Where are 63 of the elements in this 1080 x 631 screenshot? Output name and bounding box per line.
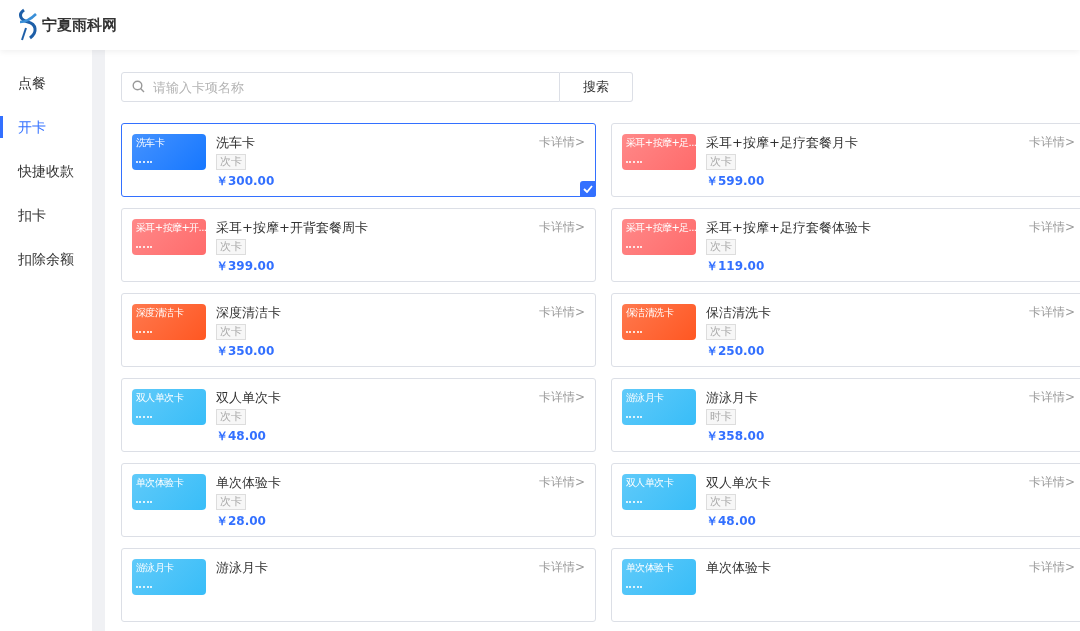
search-button[interactable]: 搜索: [560, 72, 633, 102]
card-option[interactable]: 采耳+按摩+足... 采耳+按摩+足疗套餐月卡 卡详情> 次卡 ￥599.00: [611, 123, 1080, 197]
card-type-tag: 次卡: [706, 154, 736, 170]
card-type-tag: 次卡: [216, 154, 246, 170]
sidebar-item[interactable]: 点餐: [0, 72, 92, 94]
card-price: ￥350.00: [216, 343, 275, 360]
card-option[interactable]: 单次体验卡 单次体验卡 卡详情>: [611, 548, 1080, 622]
thumbnail-label: 单次体验卡: [626, 562, 675, 574]
search-field[interactable]: 请输入卡项名称: [121, 72, 560, 102]
card-name: 深度清洁卡: [216, 304, 281, 321]
card-option[interactable]: 双人单次卡 双人单次卡 卡详情> 次卡 ￥48.00: [611, 463, 1080, 537]
card-option[interactable]: 单次体验卡 单次体验卡 卡详情> 次卡 ￥28.00: [121, 463, 596, 537]
logo-icon: [16, 8, 40, 42]
thumbnail-label: 双人单次卡: [136, 392, 185, 404]
card-name: 双人单次卡: [706, 474, 771, 491]
logo-text: 宁夏雨科网: [42, 15, 117, 35]
sidebar-item[interactable]: 开卡: [0, 116, 92, 138]
card-option[interactable]: 洗车卡 洗车卡 卡详情> 次卡 ￥300.00: [121, 123, 596, 197]
sidebar-item[interactable]: 快捷收款: [0, 160, 92, 182]
card-name: 采耳+按摩+足疗套餐体验卡: [706, 219, 871, 236]
card-price: ￥250.00: [706, 343, 765, 360]
card-type-tag: 次卡: [216, 494, 246, 510]
sidebar-item[interactable]: 扣除余额: [0, 248, 92, 270]
card-option[interactable]: 双人单次卡 双人单次卡 卡详情> 次卡 ￥48.00: [121, 378, 596, 452]
card-price: ￥28.00: [216, 513, 266, 530]
card-name: 单次体验卡: [706, 559, 771, 576]
check-icon: [580, 181, 596, 197]
thumbnail-label: 单次体验卡: [136, 477, 185, 489]
card-price: ￥358.00: [706, 428, 765, 445]
card-option[interactable]: 游泳月卡 游泳月卡 卡详情>: [121, 548, 596, 622]
card-name: 采耳+按摩+开背套餐周卡: [216, 219, 368, 236]
card-name: 采耳+按摩+足疗套餐月卡: [706, 134, 858, 151]
card-option[interactable]: 游泳月卡 游泳月卡 卡详情> 时卡 ￥358.00: [611, 378, 1080, 452]
card-name: 游泳月卡: [706, 389, 758, 406]
thumbnail-label: 保洁清洗卡: [626, 307, 675, 319]
card-price: ￥119.00: [706, 258, 765, 275]
thumbnail-label: 深度清洁卡: [136, 307, 185, 319]
card-option[interactable]: 采耳+按摩+足... 采耳+按摩+足疗套餐体验卡 卡详情> 次卡 ￥119.00: [611, 208, 1080, 282]
thumbnail-label: 洗车卡: [136, 137, 166, 149]
thumbnail-label: 游泳月卡: [626, 392, 665, 404]
card-name: 双人单次卡: [216, 389, 281, 406]
card-price: ￥48.00: [706, 513, 756, 530]
card-price: ￥599.00: [706, 173, 765, 190]
card-name: 保洁清洗卡: [706, 304, 771, 321]
card-price: ￥399.00: [216, 258, 275, 275]
card-name: 游泳月卡: [216, 559, 268, 576]
sidebar-item[interactable]: 扣卡: [0, 204, 92, 226]
card-type-tag: 次卡: [216, 239, 246, 255]
card-price: ￥300.00: [216, 173, 275, 190]
card-type-tag: 时卡: [706, 409, 736, 425]
card-option[interactable]: 保洁清洗卡 保洁清洗卡 卡详情> 次卡 ￥250.00: [611, 293, 1080, 367]
card-option[interactable]: 采耳+按摩+开... 采耳+按摩+开背套餐周卡 卡详情> 次卡 ￥399.00: [121, 208, 596, 282]
card-type-tag: 次卡: [706, 494, 736, 510]
thumbnail-label: 双人单次卡: [626, 477, 675, 489]
card-type-tag: 次卡: [216, 324, 246, 340]
card-price: ￥48.00: [216, 428, 266, 445]
thumbnail-label: 游泳月卡: [136, 562, 175, 574]
card-type-tag: 次卡: [706, 239, 736, 255]
card-type-tag: 次卡: [216, 409, 246, 425]
card-type-tag: 次卡: [706, 324, 736, 340]
card-option[interactable]: 深度清洁卡 深度清洁卡 卡详情> 次卡 ￥350.00: [121, 293, 596, 367]
card-name: 单次体验卡: [216, 474, 281, 491]
card-name: 洗车卡: [216, 134, 255, 151]
